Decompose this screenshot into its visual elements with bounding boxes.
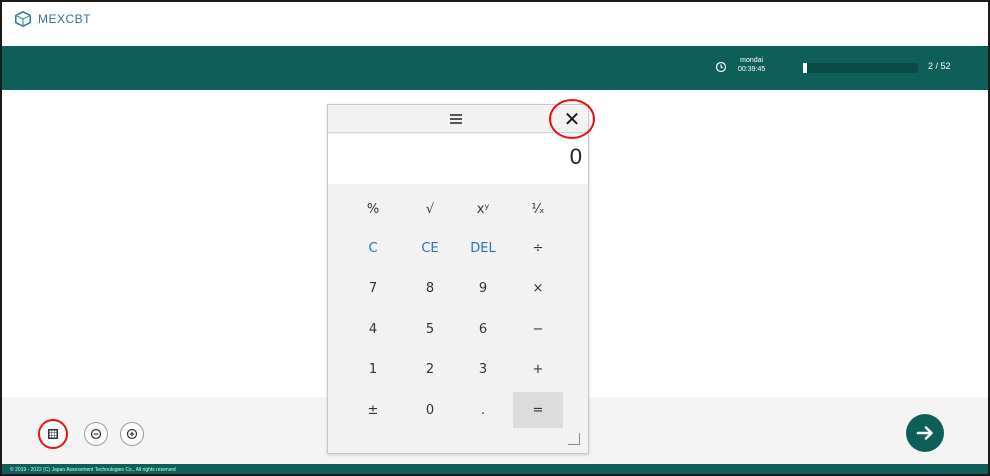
key-0[interactable]: 0 (405, 392, 455, 428)
close-icon: ✕ (563, 107, 581, 131)
zoom-out-button[interactable] (84, 422, 108, 446)
key-multiply[interactable]: × (513, 270, 563, 306)
top-bar: MEXCBT (2, 2, 988, 46)
key-5[interactable]: 5 (405, 311, 455, 347)
key-clear-entry[interactable]: CE (405, 230, 455, 266)
calculator-panel: 0 % √ xʸ ¹⁄ₓ C CE DEL ÷ 7 8 9 × 4 5 6− 1 2 3 + ±0. = ✕ (327, 99, 595, 454)
clock-icon (715, 61, 727, 73)
app-window: MEXCBT mondai 00:39:45 2 / 52 © 2019 - 2… (0, 0, 990, 476)
arrow-right-icon (916, 426, 933, 440)
key-sqrt[interactable]: √ (405, 191, 455, 227)
key-decimal[interactable]: . (458, 392, 508, 428)
key-6[interactable]: 6 (458, 311, 508, 347)
key-7[interactable]: 7 (348, 270, 398, 306)
key-8[interactable]: 8 (405, 270, 455, 306)
copyright-text: © 2019 - 2022 (C) Japan Assessment Techn… (10, 467, 176, 473)
key-divide[interactable]: ÷ (513, 230, 563, 266)
key-reciprocal[interactable]: ¹⁄ₓ (513, 191, 563, 227)
zoom-out-icon (90, 428, 102, 440)
brand-name: MEXCBT (38, 12, 92, 26)
key-2[interactable]: 2 (405, 351, 455, 387)
display-value: 0 (569, 144, 582, 169)
key-3[interactable]: 3 (458, 351, 508, 387)
close-button[interactable]: ✕ (549, 99, 595, 139)
key-9[interactable]: 9 (458, 270, 508, 306)
progress-count: 2 / 52 (928, 61, 951, 71)
calculator-icon (48, 429, 58, 439)
key-delete[interactable]: DEL (458, 230, 508, 266)
next-question-button[interactable] (906, 414, 944, 452)
key-percent[interactable]: % (348, 191, 398, 227)
zoom-in-button[interactable] (120, 422, 144, 446)
calculator-button[interactable] (38, 419, 68, 449)
progress-bar (803, 63, 918, 73)
key-1[interactable]: 1 (348, 351, 398, 387)
key-clear[interactable]: C (348, 230, 398, 266)
hamburger-icon[interactable] (449, 113, 463, 125)
footer: © 2019 - 2022 (C) Japan Assessment Techn… (2, 464, 988, 474)
exam-header: mondai 00:39:45 2 / 52 (2, 46, 988, 90)
timer: mondai 00:39:45 (738, 56, 765, 74)
brand-logo: MEXCBT (14, 10, 91, 28)
timer-label: mondai (740, 57, 764, 64)
key-equals[interactable]: = (513, 392, 563, 428)
key-4[interactable]: 4 (348, 311, 398, 347)
zoom-in-icon (126, 428, 138, 440)
key-negate[interactable]: ± (348, 392, 398, 428)
key-subtract[interactable]: − (513, 311, 563, 347)
calculator-display: 0 (328, 134, 588, 184)
resize-handle[interactable] (568, 433, 580, 445)
logo-icon (15, 10, 31, 28)
timer-value: 00:39:45 (738, 66, 766, 73)
key-power[interactable]: xʸ (458, 191, 508, 227)
progress-fill (803, 63, 807, 73)
key-add[interactable]: + (513, 351, 563, 387)
